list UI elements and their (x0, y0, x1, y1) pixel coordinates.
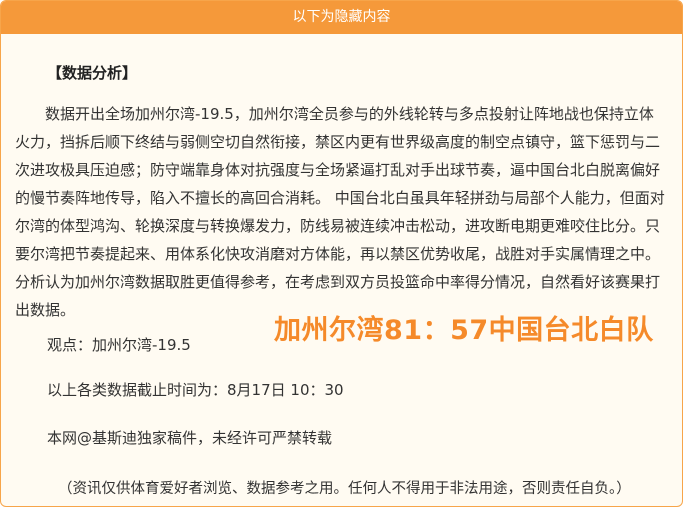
section-title: 【数据分析】 (47, 64, 138, 82)
score-prediction: 加州尔湾81：57中国台北白队 (274, 315, 654, 346)
hidden-content-panel: 以下为隐藏内容 【数据分析】 数据开出全场加州尔湾-19.5，加州尔湾全员参与的… (0, 0, 683, 507)
viewpoint-line: 观点：加州尔湾-19.5 (47, 336, 191, 354)
analysis-paragraph: 数据开出全场加州尔湾-19.5，加州尔湾全员参与的外线轮转与多点投射让阵地战也保… (15, 105, 665, 319)
cutoff-time-line: 以上各类数据截止时间为：8月17日 10：30 (47, 381, 344, 399)
panel-header: 以下为隐藏内容 (1, 1, 682, 34)
copyright-notice: 本网@基斯迪独家稿件，未经许可严禁转载 (47, 429, 333, 447)
disclaimer-line: （资讯仅供体育爱好者浏览、数据参考之用。任何人不得用于非法用途，否则责任自负。） (58, 481, 631, 497)
